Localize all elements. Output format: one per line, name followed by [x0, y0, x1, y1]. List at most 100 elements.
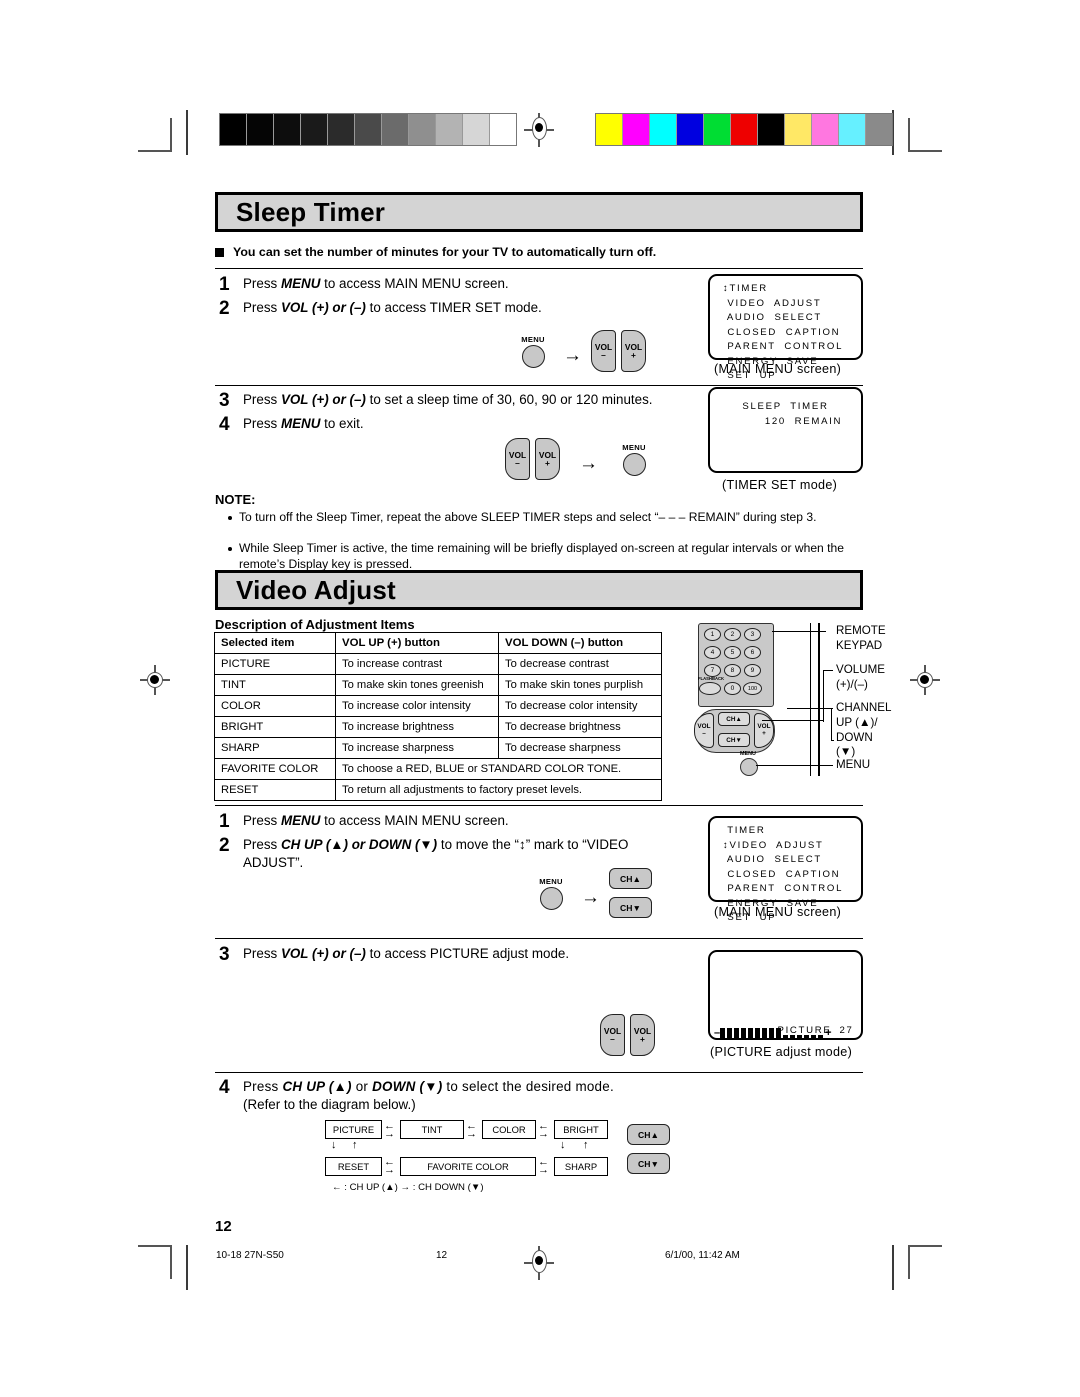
- menu-button-illustration[interactable]: MENU: [530, 877, 572, 910]
- step-text-bold: MENU: [280, 813, 321, 828]
- vol-plus-button[interactable]: VOL +: [621, 330, 646, 372]
- table-header-cell: Selected item: [214, 632, 336, 654]
- table-cell-item: BRIGHT: [214, 716, 336, 738]
- keypad-key-2[interactable]: 2: [724, 628, 741, 641]
- osd-line: TIMER: [723, 825, 766, 836]
- lead-line-volume-src: [762, 720, 824, 722]
- vol-plus-bottom-label: +: [631, 350, 636, 360]
- osd-line: PARENT CONTROL: [723, 883, 844, 895]
- picture-bar-segment-filled: [769, 1028, 775, 1039]
- calibration-swatch: [623, 114, 650, 145]
- flashback-label: FLASHBACK: [698, 676, 725, 681]
- section-banner-sleep-timer: Sleep Timer: [215, 192, 863, 232]
- step-text-bold: MENU: [280, 276, 321, 291]
- keypad-key-4[interactable]: 4: [704, 646, 721, 659]
- calibration-swatch: [274, 114, 301, 145]
- vol-minus-bottom-label: –: [610, 1034, 615, 1044]
- step-text-post: to access PICTURE adjust mode.: [365, 946, 570, 961]
- step-number: 3: [219, 944, 230, 965]
- osd-line: PARENT CONTROL: [723, 341, 844, 353]
- table-row: SHARP To increase sharpness To decrease sh…: [214, 737, 662, 759]
- flow-arrow-up-left: ↑: [352, 1139, 358, 1151]
- table-cell-vol-down: To make skin tones purplish: [498, 674, 662, 696]
- remote-label-menu: MENU: [836, 758, 871, 771]
- arrow-right-icon: →: [579, 453, 598, 474]
- divider-3: [215, 805, 863, 807]
- osd-caption-main-menu-2: (MAIN MENU screen): [714, 905, 842, 919]
- table-cell-vol-up: To make skin tones greenish: [335, 674, 499, 696]
- step-number: 1: [219, 811, 230, 832]
- crop-mark-bottom-right: [908, 1245, 942, 1279]
- arrow-right-icon: →: [581, 887, 600, 908]
- table-cell-item: TINT: [214, 674, 336, 696]
- menu-button-illustration[interactable]: MENU: [613, 443, 655, 476]
- calibration-swatch: [463, 114, 490, 145]
- menu-button-illustration[interactable]: MENU: [512, 335, 554, 368]
- calibration-swatch: [596, 114, 623, 145]
- menu-button-caption: MENU: [521, 334, 545, 344]
- step-text-pre: Press: [243, 276, 281, 291]
- keypad-key-9[interactable]: 9: [744, 664, 761, 677]
- table-cell-vol-down: To decrease contrast: [498, 653, 662, 675]
- keypad-key-100[interactable]: 100: [743, 682, 762, 695]
- remote-menu-key[interactable]: [740, 758, 758, 776]
- picture-bar-segment-empty: [818, 1035, 824, 1039]
- ch-down-button[interactable]: CH▼: [609, 897, 652, 918]
- vol-minus-button[interactable]: VOL –: [600, 1014, 625, 1056]
- table-header-row: Selected item VOL UP (+) button VOL DOWN (…: [214, 632, 662, 654]
- vol-plus-button[interactable]: VOL +: [535, 438, 560, 480]
- lead-line-channel: [787, 708, 833, 710]
- osd-line: CLOSED CAPTION: [723, 868, 841, 880]
- osd-line: ↕TIMER: [723, 283, 768, 294]
- step-text: Press CH UP (▲) or DOWN (▼) to move the …: [239, 836, 674, 872]
- flow-ch-down-button[interactable]: CH▼: [627, 1153, 670, 1174]
- calibration-swatch: [677, 114, 704, 145]
- flashback-button[interactable]: [699, 682, 721, 695]
- vol-minus-bottom-label: –: [601, 350, 606, 360]
- remote-ch-down-key[interactable]: CH▼: [718, 733, 750, 747]
- vol-minus-button[interactable]: VOL –: [591, 330, 616, 372]
- button-row-video-2: VOL – VOL +: [600, 1014, 660, 1056]
- flow-box-tint: TINT: [400, 1120, 464, 1139]
- vol-plus-button[interactable]: VOL +: [630, 1014, 655, 1056]
- picture-bar-segment-filled: [755, 1028, 761, 1039]
- step-sleep-2: 2 Press VOL (+) or (–) to access TIMER S…: [219, 299, 689, 319]
- calibration-swatch: [247, 114, 274, 145]
- step-text-pre: Press: [243, 416, 281, 431]
- vol-minus-button[interactable]: VOL –: [505, 438, 530, 480]
- keypad-key-0[interactable]: 0: [724, 682, 741, 695]
- remote-ch-up-key[interactable]: CH▲: [718, 712, 750, 726]
- menu-button-caption: MENU: [622, 442, 646, 452]
- keypad-key-6[interactable]: 6: [744, 646, 761, 659]
- keypad-key-1[interactable]: 1: [704, 628, 721, 641]
- calibration-swatch: [812, 114, 839, 145]
- remote-menu-label: MENU: [740, 751, 756, 757]
- adjustment-items-table: Selected item VOL UP (+) button VOL DOWN (…: [214, 632, 662, 801]
- footer-center: 12: [436, 1250, 448, 1261]
- label-line: REMOTE: [836, 624, 886, 637]
- section-banner-video-adjust: Video Adjust: [215, 570, 863, 610]
- step-text-pre: Press: [243, 300, 281, 315]
- osd-line: CLOSED CAPTION: [723, 326, 841, 338]
- lead-line-channel-h2: [831, 740, 834, 742]
- color-calibration-bar: [595, 113, 893, 146]
- keypad-key-3[interactable]: 3: [744, 628, 761, 641]
- flow-ch-up-button[interactable]: CH▲: [627, 1124, 670, 1145]
- remote-label-volume: VOLUME (+)/(–): [836, 663, 885, 693]
- keypad-key-8[interactable]: 8: [724, 664, 741, 677]
- divider-2: [215, 385, 863, 387]
- table-cell-item: RESET: [214, 779, 336, 801]
- picture-bar-segment-filled: [741, 1028, 747, 1039]
- step-text-pre: Press: [243, 813, 281, 828]
- step-text: Press VOL (+) or (–) to set a sleep time…: [239, 391, 652, 409]
- lead-line-vertical-b: [818, 623, 821, 776]
- lead-line-vertical-a: [810, 623, 812, 776]
- step-text-bold: VOL (+) or (–): [280, 300, 366, 315]
- menu-button-circle-icon: [521, 344, 545, 368]
- keypad-key-5[interactable]: 5: [724, 646, 741, 659]
- osd-caption-timer-set: (TIMER SET mode): [722, 478, 838, 492]
- step-text-post: to access TIMER SET mode.: [365, 300, 542, 315]
- square-bullet-icon: [215, 248, 224, 257]
- ch-up-button[interactable]: CH▲: [609, 868, 652, 889]
- crop-line-bottom-right: [892, 1245, 894, 1290]
